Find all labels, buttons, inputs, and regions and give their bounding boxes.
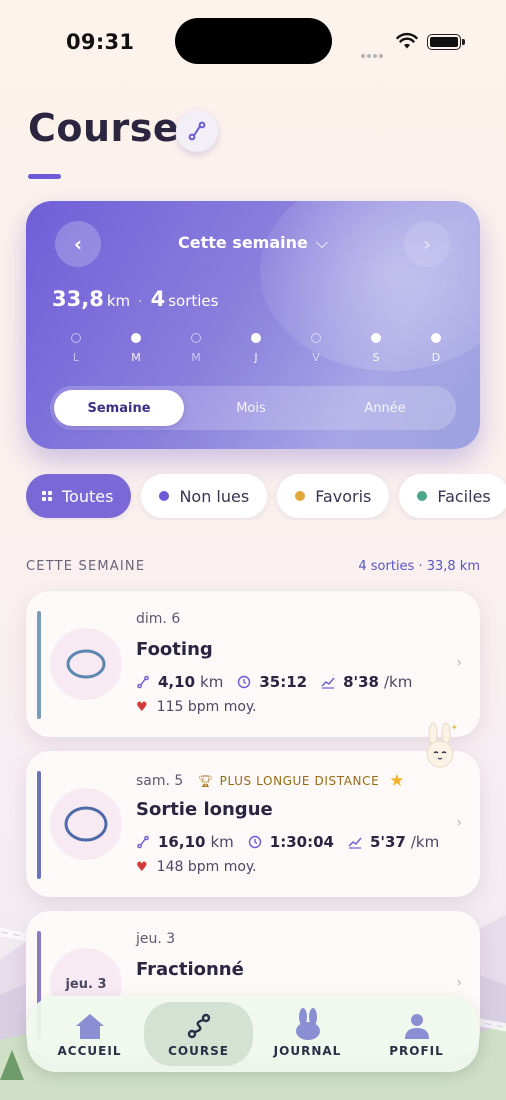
bunny-mascot-icon: ✦ bbox=[426, 722, 458, 768]
run-stats: 16,10 km 1:30:04 5'37/km bbox=[136, 833, 453, 851]
run-name: Footing bbox=[136, 639, 213, 660]
dynamic-island bbox=[175, 18, 332, 64]
filter-chips: Toutes Non lues Favoris Faciles bbox=[26, 474, 506, 520]
day-monday: L bbox=[56, 333, 96, 364]
run-card[interactable]: sam. 5 🏆︎ PLUS LONGUE DISTANCE ★ Sortie lo… bbox=[26, 751, 480, 897]
route-icon bbox=[187, 1013, 210, 1039]
route-thumbnail bbox=[50, 628, 122, 700]
heart-icon: ♥ bbox=[136, 859, 148, 875]
section-header: CETTE SEMAINE 4 sorties · 33,8 km bbox=[26, 559, 480, 574]
run-color-bar bbox=[37, 611, 41, 719]
summary-separator: · bbox=[138, 294, 143, 310]
tab-home[interactable]: ACCUEIL bbox=[35, 1002, 144, 1066]
total-distance: 33,8 bbox=[52, 287, 104, 311]
segment-week[interactable]: Semaine bbox=[54, 390, 184, 426]
run-date: sam. 5 🏆︎ PLUS LONGUE DISTANCE ★ bbox=[136, 771, 406, 791]
chevron-right-icon: › bbox=[456, 975, 462, 991]
run-color-bar bbox=[37, 771, 41, 879]
title-underline bbox=[28, 174, 61, 179]
filter-favorites[interactable]: Favoris bbox=[277, 474, 390, 518]
pace-icon bbox=[321, 677, 335, 689]
wifi-icon bbox=[396, 32, 418, 49]
status-bar: 09:31 bbox=[0, 0, 506, 80]
trophy-icon: 🏆︎ bbox=[197, 774, 214, 788]
day-saturday: S bbox=[356, 333, 396, 364]
period-segmented-control: Semaine Mois Année bbox=[50, 386, 456, 430]
segment-year[interactable]: Année bbox=[318, 390, 452, 426]
segment-month[interactable]: Mois bbox=[184, 390, 318, 426]
clock-icon bbox=[248, 835, 261, 849]
day-wednesday: M bbox=[176, 333, 216, 364]
grid-icon bbox=[42, 491, 52, 501]
distance-icon bbox=[137, 675, 149, 689]
day-sunday: D bbox=[416, 333, 456, 364]
tab-journal[interactable]: JOURNAL bbox=[253, 1002, 362, 1066]
record-badge: 🏆︎ PLUS LONGUE DISTANCE ★ bbox=[197, 771, 406, 791]
easy-dot bbox=[417, 491, 428, 501]
period-label: Cette semaine bbox=[177, 233, 308, 252]
heart-rate: ♥ 148 bpm moy. bbox=[136, 859, 257, 875]
clock-icon bbox=[238, 675, 251, 689]
unread-dot bbox=[159, 491, 170, 501]
tab-bar: ACCUEIL COURSE JOURNAL PROFIL bbox=[27, 996, 479, 1072]
cellular-signal-icon bbox=[361, 43, 387, 58]
week-summary-card: ‹ Cette semaine ⌵ › 33,8 km · 4 sorties L M M… bbox=[26, 201, 480, 449]
distance-icon bbox=[137, 835, 149, 849]
run-count: 4 bbox=[150, 287, 166, 311]
route-badge-button[interactable] bbox=[176, 110, 218, 152]
chevron-down-icon: ⌵ bbox=[315, 233, 329, 252]
day-friday: V bbox=[296, 333, 336, 364]
chevron-right-icon: › bbox=[456, 815, 462, 831]
next-period-button[interactable]: › bbox=[404, 221, 450, 267]
tab-profile[interactable]: PROFIL bbox=[362, 1002, 471, 1066]
route-loop-icon bbox=[66, 649, 106, 679]
run-date: dim. 6 bbox=[136, 611, 181, 627]
filter-unread[interactable]: Non lues bbox=[141, 474, 268, 518]
run-card[interactable]: dim. 6 Footing 4,10 km 35:12 8'38/km ♥ 115… bbox=[26, 591, 480, 737]
home-icon bbox=[75, 1014, 104, 1039]
week-summary: 33,8 km · 4 sorties bbox=[52, 287, 218, 311]
run-name: Fractionné bbox=[136, 959, 244, 980]
chevron-right-icon: › bbox=[456, 655, 462, 671]
run-count-unit: sorties bbox=[168, 292, 219, 310]
route-loop-icon bbox=[64, 806, 108, 842]
run-name: Sortie longue bbox=[136, 799, 273, 820]
svg-text:✦: ✦ bbox=[451, 723, 458, 732]
day-thursday: J bbox=[236, 333, 276, 364]
heart-rate: ♥ 115 bpm moy. bbox=[136, 699, 257, 715]
run-stats: 4,10 km 35:12 8'38/km bbox=[136, 673, 426, 691]
filter-all[interactable]: Toutes bbox=[26, 474, 132, 518]
weekday-tracker: L M M J V S D bbox=[56, 333, 456, 364]
battery-icon bbox=[427, 34, 465, 50]
person-icon bbox=[404, 1014, 429, 1039]
favorites-dot bbox=[295, 491, 306, 501]
run-date: jeu. 3 bbox=[136, 931, 176, 947]
distance-unit: km bbox=[106, 292, 131, 310]
chevron-right-icon: › bbox=[422, 232, 432, 256]
pace-icon bbox=[348, 837, 362, 849]
status-time: 09:31 bbox=[66, 30, 135, 54]
page-title: Course bbox=[28, 106, 180, 150]
tab-course[interactable]: COURSE bbox=[144, 1002, 253, 1066]
day-tuesday: M bbox=[116, 333, 156, 364]
bunny-icon bbox=[295, 1008, 320, 1040]
section-summary: 4 sorties · 33,8 km bbox=[358, 559, 480, 574]
route-icon bbox=[188, 121, 206, 141]
heart-icon: ♥ bbox=[136, 699, 148, 715]
filter-easy[interactable]: Faciles bbox=[399, 474, 506, 518]
route-thumbnail bbox=[50, 788, 122, 860]
star-icon[interactable]: ★ bbox=[389, 771, 405, 791]
section-label: CETTE SEMAINE bbox=[26, 559, 146, 574]
